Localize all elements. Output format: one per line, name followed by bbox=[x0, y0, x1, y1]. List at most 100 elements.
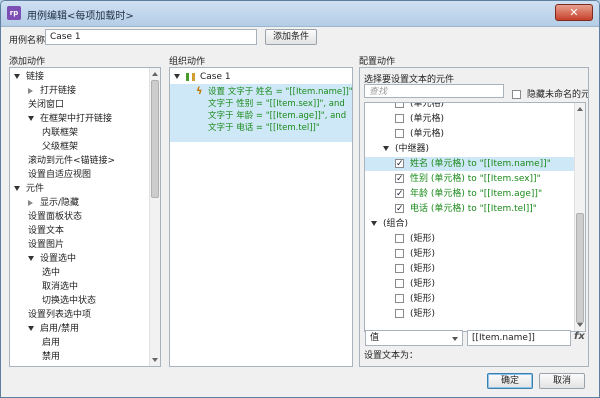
widget-checkbox[interactable] bbox=[395, 249, 404, 258]
expand-icon[interactable] bbox=[14, 186, 20, 191]
expand-icon[interactable] bbox=[14, 74, 20, 79]
expand-icon[interactable] bbox=[383, 146, 389, 151]
expand-icon[interactable] bbox=[174, 74, 180, 79]
scroll-down-arrow-icon[interactable] bbox=[577, 323, 583, 327]
action-tree-label: 设置列表选中项 bbox=[28, 310, 92, 320]
action-tree-item[interactable]: 设置面板状态 bbox=[28, 210, 82, 224]
action-tree-item[interactable]: 启用/禁用 bbox=[28, 322, 79, 336]
action-tree-item[interactable]: 切换选中状态 bbox=[42, 294, 96, 308]
widget-checkbox[interactable] bbox=[395, 309, 404, 318]
widget-list-item[interactable]: (矩形) bbox=[365, 262, 575, 276]
widget-list-item[interactable]: 电话 (单元格) to "[[Item.tel]]" bbox=[365, 202, 575, 216]
cancel-button[interactable]: 取消 bbox=[539, 373, 585, 389]
value-input[interactable]: [[Item.name]] bbox=[467, 330, 571, 346]
expand-icon[interactable] bbox=[371, 221, 377, 226]
action-tree-item[interactable]: 选中 bbox=[42, 266, 60, 280]
widget-label: (矩形) bbox=[410, 294, 436, 304]
widget-list-item[interactable]: 性别 (单元格) to "[[Item.sex]]" bbox=[365, 172, 575, 186]
action-tree-label: 设置自适应视图 bbox=[28, 170, 92, 180]
action-tree-item[interactable]: 显示/隐藏 bbox=[28, 196, 79, 210]
widget-label: 性别 (单元格) to "[[Item.sex]]" bbox=[410, 174, 541, 184]
widget-label: 年龄 (单元格) to "[[Item.age]]" bbox=[410, 189, 543, 199]
widget-checkbox[interactable] bbox=[395, 234, 404, 243]
widget-list-item[interactable]: 年龄 (单元格) to "[[Item.age]]" bbox=[365, 187, 575, 201]
ok-button[interactable]: 确定 bbox=[487, 373, 533, 389]
action-tree-label: 设置选中 bbox=[40, 254, 77, 264]
widget-list-item[interactable]: 姓名 (单元格) to "[[Item.name]]" bbox=[365, 157, 575, 171]
widget-list-item[interactable]: (矩形) bbox=[365, 247, 575, 261]
widget-label: (单元格) bbox=[410, 129, 445, 139]
action-tree-label: 父级框架 bbox=[42, 142, 79, 152]
action-tree-item[interactable]: 启用 bbox=[42, 336, 60, 350]
action-tree-item[interactable]: 内联框架 bbox=[42, 126, 78, 140]
action-tree-item[interactable]: 设置选中 bbox=[28, 252, 76, 266]
scroll-thumb[interactable] bbox=[151, 80, 159, 198]
action-tree-item[interactable]: 设置自适应视图 bbox=[28, 168, 91, 182]
widget-checkbox[interactable] bbox=[395, 202, 404, 216]
action-entry[interactable]: ϟ 设置 文字于 姓名 = "[[Item.name]]", and 文字于 性… bbox=[170, 84, 352, 142]
widget-list-item[interactable]: (矩形) bbox=[365, 307, 575, 321]
widget-list-item[interactable]: (矩形) bbox=[365, 292, 575, 306]
organize-panel: Case 1 ϟ 设置 文字于 姓名 = "[[Item.name]]", an… bbox=[169, 67, 353, 367]
action-tree-item[interactable]: 设置文本 bbox=[28, 224, 64, 238]
widget-list-item[interactable]: (组合) bbox=[365, 217, 575, 231]
widget-list-item[interactable]: (矩形) bbox=[365, 232, 575, 246]
scroll-down-arrow-icon[interactable] bbox=[152, 358, 158, 362]
action-tree-label: 禁用 bbox=[42, 352, 61, 362]
fx-button[interactable]: fx bbox=[574, 331, 585, 342]
action-tree-item[interactable]: 元件 bbox=[14, 182, 44, 196]
action-tree-item[interactable]: 设置列表选中项 bbox=[28, 308, 91, 322]
widget-checkbox[interactable] bbox=[395, 172, 404, 186]
expand-icon[interactable] bbox=[28, 256, 34, 261]
widget-label: (矩形) bbox=[410, 234, 436, 244]
add-condition-button[interactable]: 添加条件 bbox=[265, 29, 317, 45]
scroll-up-arrow-icon[interactable] bbox=[152, 72, 158, 76]
value-type-select[interactable]: 值 bbox=[365, 330, 463, 346]
widget-list-item[interactable]: (单元格) bbox=[365, 103, 575, 111]
case-name-label: 用例名称 bbox=[9, 36, 46, 46]
action-tree-item[interactable]: 滚动到元件<锚链接> bbox=[28, 154, 115, 168]
action-tree-item[interactable]: 关闭窗口 bbox=[28, 98, 64, 112]
action-tree-item[interactable]: 在框架中打开链接 bbox=[28, 112, 112, 126]
widget-list-item[interactable]: (中继器) bbox=[365, 142, 575, 156]
case-node[interactable]: Case 1 bbox=[174, 70, 231, 84]
action-tree-item[interactable]: 打开链接 bbox=[28, 84, 76, 98]
search-input[interactable]: 查找 bbox=[364, 84, 504, 98]
action-tree-item[interactable]: 父级框架 bbox=[42, 140, 78, 154]
scroll-thumb[interactable] bbox=[576, 213, 584, 323]
widget-list-item[interactable]: (单元格) bbox=[365, 127, 575, 141]
app-icon: rp bbox=[7, 6, 21, 20]
close-button[interactable]: ✕ bbox=[555, 4, 593, 21]
hide-unnamed-toggle[interactable]: 隐藏未命名的元件 bbox=[512, 87, 588, 100]
action-tree-item[interactable]: 设置图片 bbox=[28, 238, 64, 252]
widget-checkbox[interactable] bbox=[395, 294, 404, 303]
widget-checkbox[interactable] bbox=[395, 114, 404, 123]
chevron-down-icon bbox=[452, 337, 458, 341]
expand-icon[interactable] bbox=[28, 116, 34, 121]
case-name-input[interactable]: Case 1 bbox=[45, 29, 257, 45]
widget-checkbox[interactable] bbox=[395, 157, 404, 171]
action-tree-scrollbar[interactable] bbox=[149, 68, 160, 366]
widget-checkbox[interactable] bbox=[395, 264, 404, 273]
action-line: 文字于 电话 = "[[Item.tel]]" bbox=[208, 123, 320, 133]
collapse-icon[interactable] bbox=[28, 199, 33, 206]
widget-label: (组合) bbox=[383, 219, 409, 229]
widget-checkbox[interactable] bbox=[395, 129, 404, 138]
configure-panel: 选择要设置文本的元件 查找 隐藏未命名的元件 (单元格)(单元格)(单元格)(中… bbox=[359, 67, 589, 367]
widget-list-item[interactable]: (矩形) bbox=[365, 277, 575, 291]
widget-checkbox[interactable] bbox=[395, 187, 404, 201]
action-tree-item[interactable]: 取消选中 bbox=[42, 280, 78, 294]
expand-icon[interactable] bbox=[28, 326, 34, 331]
hide-unnamed-checkbox[interactable] bbox=[512, 90, 521, 99]
action-tree-item[interactable]: 链接 bbox=[14, 70, 44, 84]
organize-action-heading: 组织动作 bbox=[169, 57, 206, 67]
widget-list-scrollbar[interactable] bbox=[574, 103, 585, 331]
action-tree-label: 打开链接 bbox=[40, 86, 77, 96]
widget-checkbox[interactable] bbox=[395, 279, 404, 288]
widget-list: (单元格) (单元格) (单元格) (中继器) 姓名 (单元格) to "[[Item.… bbox=[364, 102, 586, 332]
action-tree-item[interactable]: 禁用 bbox=[42, 350, 60, 364]
scroll-up-arrow-icon[interactable] bbox=[577, 107, 583, 111]
widget-checkbox[interactable] bbox=[395, 103, 404, 108]
widget-list-item[interactable]: (单元格) bbox=[365, 112, 575, 126]
collapse-icon[interactable] bbox=[28, 87, 33, 94]
